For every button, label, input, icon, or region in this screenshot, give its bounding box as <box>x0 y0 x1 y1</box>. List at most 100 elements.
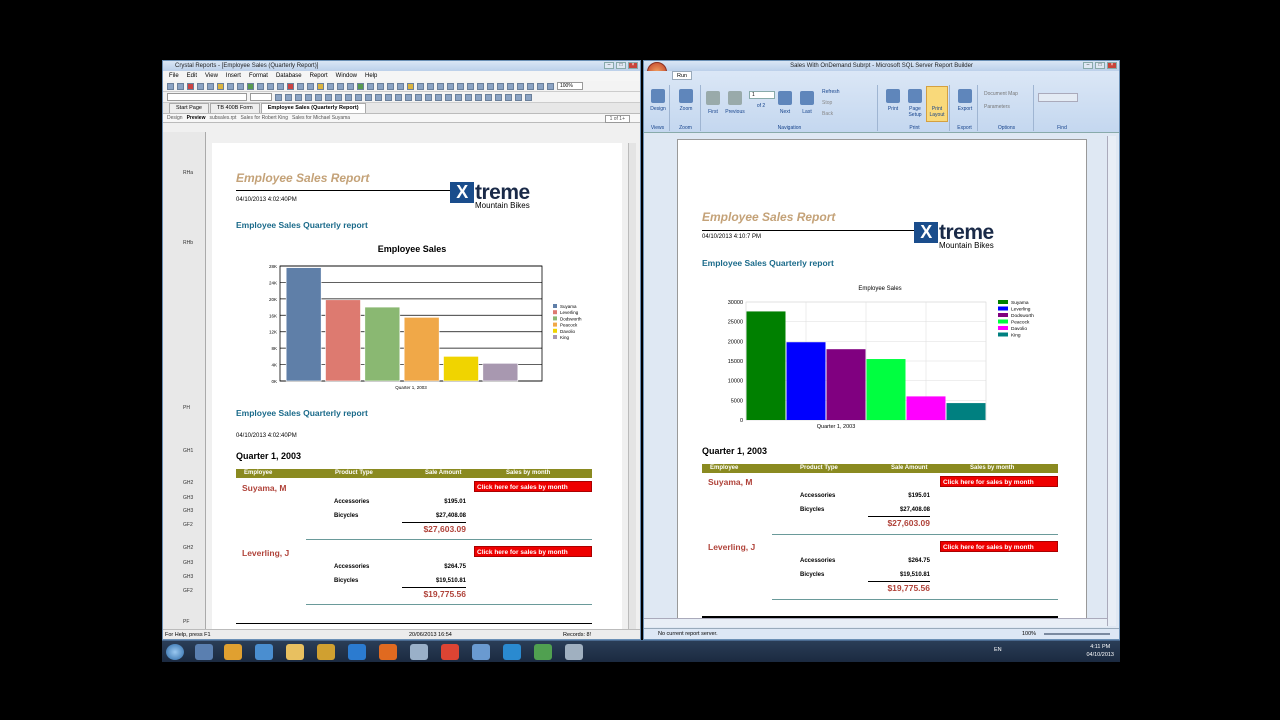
sales-by-month-button[interactable]: Click here for sales by month <box>940 476 1058 487</box>
toolbar-icon[interactable] <box>435 93 442 101</box>
size-select[interactable] <box>250 93 272 101</box>
zoom-icon[interactable] <box>679 89 693 103</box>
taskbar-app-icon[interactable] <box>317 644 335 660</box>
clock[interactable]: 4:11 PM 04/10/2013 <box>1086 643 1114 659</box>
print-icon[interactable] <box>886 89 900 103</box>
zoom-button[interactable]: Zoom <box>671 106 701 112</box>
taskbar-app-icon[interactable] <box>565 644 583 660</box>
minimize-icon[interactable]: – <box>1083 62 1093 69</box>
toolbar-icon[interactable] <box>347 82 354 90</box>
toolbar-icon[interactable] <box>497 82 504 90</box>
toolbar-icon[interactable] <box>317 82 324 90</box>
toolbar-icon[interactable] <box>177 82 184 90</box>
taskbar-app-icon[interactable] <box>410 644 428 660</box>
taskbar-app-icon[interactable] <box>348 644 366 660</box>
print-layout-button[interactable]: Print Layout <box>926 106 948 118</box>
toolbar-icon[interactable] <box>335 93 342 101</box>
toolbar-icon[interactable] <box>197 82 204 90</box>
tab-employee-sales[interactable]: Employee Sales (Quarterly Report) <box>260 103 366 113</box>
toolbar-icon[interactable] <box>537 82 544 90</box>
toolbar-icon[interactable] <box>267 82 274 90</box>
previous-button[interactable]: Previous <box>720 109 750 115</box>
toolbar-icon[interactable] <box>367 82 374 90</box>
taskbar-app-icon[interactable] <box>195 644 213 660</box>
language-indicator[interactable]: EN <box>994 647 1002 653</box>
toolbar-icon[interactable] <box>415 93 422 101</box>
last-page-icon[interactable] <box>800 91 814 105</box>
document-map-button[interactable]: Document Map <box>984 91 1034 97</box>
menu-report[interactable]: Report <box>310 71 328 81</box>
menu-window[interactable]: Window <box>336 71 357 81</box>
menu-view[interactable]: View <box>205 71 218 81</box>
toolbar-icon[interactable] <box>447 82 454 90</box>
toolbar-icon[interactable] <box>187 82 194 90</box>
toolbar-icon[interactable] <box>427 82 434 90</box>
toolbar-icon[interactable] <box>387 82 394 90</box>
sales-by-month-button[interactable]: Click here for sales by month <box>474 546 592 557</box>
toolbar-icon[interactable] <box>487 82 494 90</box>
right-vertical-scrollbar[interactable] <box>1107 136 1116 626</box>
design-button[interactable]: Design <box>646 106 670 112</box>
tab-start-page[interactable]: Start Page <box>169 103 209 113</box>
toolbar-icon[interactable] <box>407 82 414 90</box>
toolbar-icon[interactable] <box>525 93 532 101</box>
toolbar-icon[interactable] <box>337 82 344 90</box>
close-icon[interactable]: × <box>1107 62 1117 69</box>
toolbar-icon[interactable] <box>357 82 364 90</box>
toolbar-icon[interactable] <box>277 82 284 90</box>
sales-by-month-button[interactable]: Click here for sales by month <box>474 481 592 492</box>
toolbar-icon[interactable] <box>315 93 322 101</box>
menu-edit[interactable]: Edit <box>187 71 197 81</box>
first-page-icon[interactable] <box>706 91 720 105</box>
toolbar-icon[interactable] <box>527 82 534 90</box>
toolbar-icon[interactable] <box>227 82 234 90</box>
refresh-button[interactable]: Refresh <box>822 89 862 95</box>
toolbar-icon[interactable] <box>475 93 482 101</box>
toolbar-icon[interactable] <box>207 82 214 90</box>
taskbar-app-icon[interactable] <box>224 644 242 660</box>
toolbar-icon[interactable] <box>465 93 472 101</box>
menu-file[interactable]: File <box>169 71 179 81</box>
back-button[interactable]: Back <box>822 111 862 117</box>
toolbar-icon[interactable] <box>507 82 514 90</box>
export-button[interactable]: Export <box>952 106 978 112</box>
subtab-robert-king[interactable]: Sales for Robert King <box>240 114 288 122</box>
toolbar-icon[interactable] <box>327 82 334 90</box>
page-setup-button[interactable]: Page Setup <box>902 106 928 118</box>
toolbar-icon[interactable] <box>515 93 522 101</box>
toolbar-icon[interactable] <box>547 82 554 90</box>
close-icon[interactable]: × <box>628 62 638 69</box>
page-setup-icon[interactable] <box>908 89 922 103</box>
toolbar-icon[interactable] <box>365 93 372 101</box>
toolbar-icon[interactable] <box>505 93 512 101</box>
next-page-icon[interactable] <box>778 91 792 105</box>
toolbar-icon[interactable] <box>305 93 312 101</box>
page-indicator[interactable]: 1 of 1+ <box>604 115 630 123</box>
toolbar-icon[interactable] <box>325 93 332 101</box>
maximize-icon[interactable]: □ <box>1095 62 1105 69</box>
taskbar-app-icon[interactable] <box>379 644 397 660</box>
maximize-icon[interactable]: □ <box>616 62 626 69</box>
toolbar-icon[interactable] <box>247 82 254 90</box>
toolbar-icon[interactable] <box>457 82 464 90</box>
toolbar-icon[interactable] <box>385 93 392 101</box>
toolbar-icon[interactable] <box>377 82 384 90</box>
subtab-michael-suyama[interactable]: Sales for Michael Suyama <box>292 114 350 122</box>
toolbar-icon[interactable] <box>375 93 382 101</box>
taskbar-app-icon[interactable] <box>286 644 304 660</box>
next-button[interactable]: Next <box>774 109 796 115</box>
parameters-button[interactable]: Parameters <box>984 104 1034 110</box>
toolbar-icon[interactable] <box>295 93 302 101</box>
toolbar-icon[interactable] <box>257 82 264 90</box>
export-icon[interactable] <box>958 89 972 103</box>
toolbar-icon[interactable] <box>395 93 402 101</box>
toolbar-icon[interactable] <box>275 93 282 101</box>
toolbar-icon[interactable] <box>287 82 294 90</box>
toolbar-icon[interactable] <box>355 93 362 101</box>
toolbar-icon[interactable] <box>425 93 432 101</box>
taskbar-app-icon[interactable] <box>472 644 490 660</box>
previous-page-icon[interactable] <box>728 91 742 105</box>
toolbar-icon[interactable] <box>485 93 492 101</box>
find-input[interactable] <box>1038 93 1078 102</box>
toolbar-icon[interactable] <box>297 82 304 90</box>
